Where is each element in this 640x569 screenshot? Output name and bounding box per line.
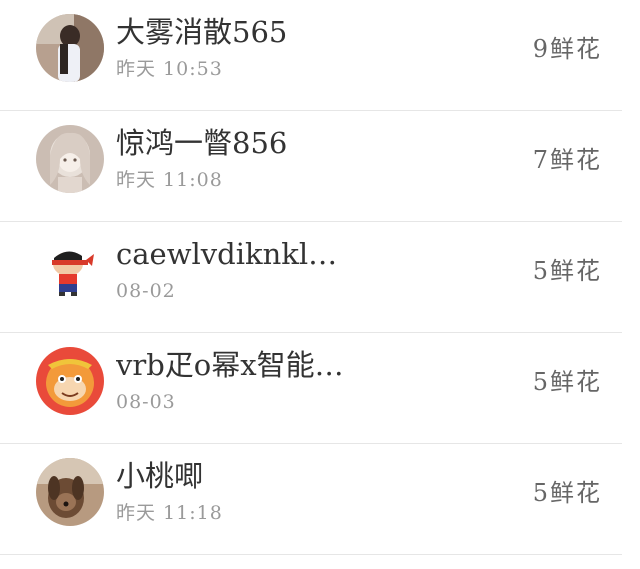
- avatar-girl-photo-icon: [36, 14, 104, 82]
- list-item[interactable]: 惊鸿一瞥856 昨天 11:08 7鲜花: [0, 111, 640, 222]
- avatar[interactable]: [36, 236, 104, 304]
- user-name: vrb疋o幂x智能…: [116, 348, 344, 382]
- avatar-monkey-cartoon-icon: [36, 347, 104, 415]
- user-name: 惊鸿一瞥856: [116, 126, 288, 160]
- avatar[interactable]: [36, 458, 104, 526]
- timestamp: 08-03: [116, 391, 176, 413]
- avatar-dog-photo-icon: [36, 458, 104, 526]
- timestamp: 昨天 11:08: [116, 169, 223, 191]
- list-item[interactable]: 小桃唧 昨天 11:18 5鲜花: [0, 444, 640, 555]
- list-item[interactable]: 大雾消散565 昨天 10:53 9鲜花: [0, 0, 640, 111]
- avatar-cartoon-boy-icon: [36, 236, 104, 304]
- avatar[interactable]: [36, 125, 104, 193]
- flower-ranking-list: 大雾消散565 昨天 10:53 9鲜花 惊鸿一瞥856 昨天 11:08 7鲜…: [0, 0, 640, 569]
- user-name: 小桃唧: [116, 459, 204, 493]
- flower-count: 5鲜花: [532, 479, 602, 507]
- user-name: 大雾消散565: [116, 15, 288, 49]
- flower-count: 5鲜花: [532, 368, 602, 396]
- timestamp: 昨天 10:53: [116, 58, 223, 80]
- timestamp: 昨天 11:18: [116, 502, 223, 524]
- flower-count: 5鲜花: [532, 257, 602, 285]
- user-name: caewlvdiknklein: [116, 237, 346, 271]
- avatar[interactable]: [36, 347, 104, 415]
- timestamp: 08-02: [116, 280, 176, 302]
- list-item[interactable]: caewlvdiknklein 08-02 5鲜花: [0, 222, 640, 333]
- flower-count: 9鲜花: [532, 35, 602, 63]
- flower-count: 7鲜花: [532, 146, 602, 174]
- avatar-anime-girl-icon: [36, 125, 104, 193]
- avatar[interactable]: [36, 14, 104, 82]
- list-item[interactable]: vrb疋o幂x智能… 08-03 5鲜花: [0, 333, 640, 444]
